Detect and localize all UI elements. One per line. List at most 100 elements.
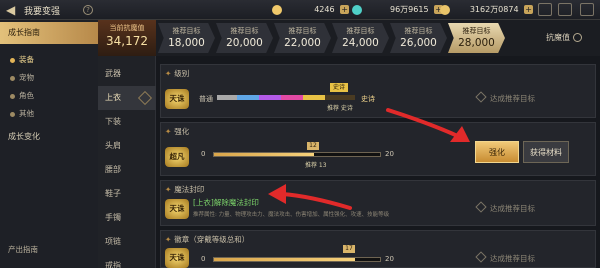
diamond-icon: [475, 91, 487, 103]
diamond-icon: [475, 251, 487, 263]
help-icon[interactable]: ?: [83, 5, 93, 15]
target-28000[interactable]: 推荐目标 28,000: [448, 23, 505, 53]
tune-min: 0: [201, 255, 206, 263]
nav-sub-equipment[interactable]: 装备: [10, 54, 34, 65]
panel-header-text: 魔法封印: [174, 185, 205, 194]
target-18000[interactable]: 推荐目标 18,000: [158, 23, 215, 53]
nav-sub-label: 角色: [19, 91, 34, 100]
tune-badge: 天诛: [165, 248, 189, 268]
get-materials-button[interactable]: 获得材料: [523, 141, 569, 163]
rarity-panel: ✦ 级别 天诛 普通 史诗 推荐 史诗 史诗 达成推荐目标: [160, 64, 596, 118]
reach-target-rarity: 达成推荐目标: [475, 91, 535, 104]
add-gold-icon[interactable]: +: [340, 5, 350, 14]
slot-weapon[interactable]: 武器: [98, 62, 156, 86]
currency-coins: 3162万0874 +: [440, 4, 534, 16]
rarity-left-label: 普通: [199, 95, 213, 103]
seal-title: [上衣]解除魔法封印: [193, 198, 259, 207]
top-bar: ◀ 我要变强 ? 4246 + 96万9615 + 3162万0874 +: [0, 0, 600, 20]
info-icon[interactable]: [573, 33, 582, 42]
currency-gem: 96万9615 +: [352, 4, 444, 16]
bullet-icon: [10, 93, 15, 99]
slot-waist[interactable]: 腰部: [98, 158, 156, 182]
seal-panel: ✦ 魔法封印 天诛 [上衣]解除魔法封印 推荐属性: 力量、物理攻击力、魔法攻击、…: [160, 180, 596, 226]
target-value: 24,000: [342, 37, 379, 49]
enhance-fill: [214, 153, 314, 156]
enhance-max: 20: [385, 150, 394, 158]
slot-ring[interactable]: 戒指: [98, 254, 156, 268]
current-resist: 当前抗魔值 34,172: [98, 20, 156, 56]
target-label: 推荐目标: [288, 27, 317, 35]
nav-sub-character[interactable]: 角色: [10, 90, 34, 101]
target-value: 20,000: [226, 37, 263, 49]
coin-icon: [272, 4, 282, 15]
target-value: 26,000: [400, 37, 437, 49]
slot-label: 上衣: [105, 93, 121, 102]
panel-header: ✦ 强化: [165, 127, 190, 136]
tune-max: 20: [385, 255, 394, 263]
nav-growth-guide[interactable]: 成长指南: [0, 22, 98, 44]
diamond-icon: [137, 90, 153, 106]
slot-bottom[interactable]: 下装: [98, 110, 156, 134]
target-value: 18,000: [168, 37, 205, 49]
slot-bracelet[interactable]: 手镯: [98, 206, 156, 230]
bullet-icon: [10, 57, 15, 63]
target-label: 推荐目标: [230, 27, 259, 35]
output-guide-link[interactable]: 产出指南: [8, 244, 38, 255]
nav-sub-pet[interactable]: 宠物: [10, 72, 34, 83]
equipment-badge: 天诛: [165, 89, 189, 109]
page-title: 我要变强: [24, 7, 61, 17]
badge-panel: ✦ 徽章（穿戴等级总和） 天诛 0 17 20 达成推荐目标: [160, 230, 596, 268]
target-20000[interactable]: 推荐目标 20,000: [216, 23, 273, 53]
tune-fill: [214, 258, 356, 261]
slot-necklace[interactable]: 项链: [98, 230, 156, 254]
diamond-icon: [475, 201, 487, 213]
seal-detail: 推荐属性: 力量、物理攻击力、魔法攻击、伤害增加、属性强化、攻速、技能等级: [193, 212, 390, 218]
close-icon[interactable]: [580, 3, 594, 16]
target-value: 28,000: [458, 37, 495, 49]
target-label: 推荐目标: [172, 27, 201, 35]
slot-shoulder[interactable]: 头肩: [98, 134, 156, 158]
tune-current: 17: [343, 245, 355, 253]
slot-top[interactable]: 上衣: [98, 86, 156, 110]
currency-coins-value: 3162万0874: [469, 5, 519, 14]
panel-header: ✦ 级别: [165, 69, 190, 78]
enhance-min: 0: [201, 150, 206, 158]
current-resist-value: 34,172: [106, 34, 148, 48]
rarity-right-label: 史诗: [361, 95, 375, 103]
target-26000[interactable]: 推荐目标 26,000: [390, 23, 447, 53]
rarity-recommend: 推荐 史诗: [327, 105, 353, 112]
nav-sub-label: 其他: [19, 109, 34, 118]
panel-header-text: 徽章（穿戴等级总和）: [174, 235, 250, 244]
enhance-badge: 超凡: [165, 147, 189, 167]
seal-badge: 天诛: [165, 199, 189, 219]
slot-shoes[interactable]: 鞋子: [98, 182, 156, 206]
target-label: 推荐目标: [462, 27, 491, 35]
coins-icon: [440, 4, 450, 15]
reach-text: 达成推荐目标: [490, 94, 535, 103]
back-arrow-icon[interactable]: ◀: [6, 3, 20, 17]
reach-text: 达成推荐目标: [490, 254, 535, 263]
target-label: 推荐目标: [346, 27, 375, 35]
add-coins-icon[interactable]: +: [524, 5, 534, 14]
tune-bar: [213, 257, 381, 262]
bullet-icon: [10, 111, 15, 117]
target-24000[interactable]: 推荐目标 24,000: [332, 23, 389, 53]
reach-target-seal: 达成推荐目标: [475, 201, 535, 214]
left-nav: 成长指南 装备 宠物 角色 其他 成长变化 产出指南: [0, 20, 98, 268]
enhance-button[interactable]: 强化: [475, 141, 519, 163]
mail-icon[interactable]: [538, 3, 552, 16]
panel-header: ✦ 徽章（穿戴等级总和）: [165, 235, 250, 244]
enhance-bar: [213, 152, 381, 157]
reach-text: 达成推荐目标: [490, 204, 535, 213]
menu-icon[interactable]: [558, 3, 572, 16]
nav-sub-other[interactable]: 其他: [10, 108, 34, 119]
nav-sub-label: 宠物: [19, 73, 34, 82]
enhance-panel: ✦ 强化 超凡 0 12 推荐 13 20 强化 获得材料: [160, 122, 596, 176]
nav-sub-label: 装备: [19, 55, 34, 64]
target-22000[interactable]: 推荐目标 22,000: [274, 23, 331, 53]
nav-growth-change[interactable]: 成长变化: [0, 126, 98, 148]
panel-header-text: 级别: [174, 69, 190, 78]
currency-gem-value: 96万9615: [390, 5, 429, 14]
resist-label: 抗魔值: [546, 33, 570, 42]
enhance-current: 12: [307, 142, 319, 150]
